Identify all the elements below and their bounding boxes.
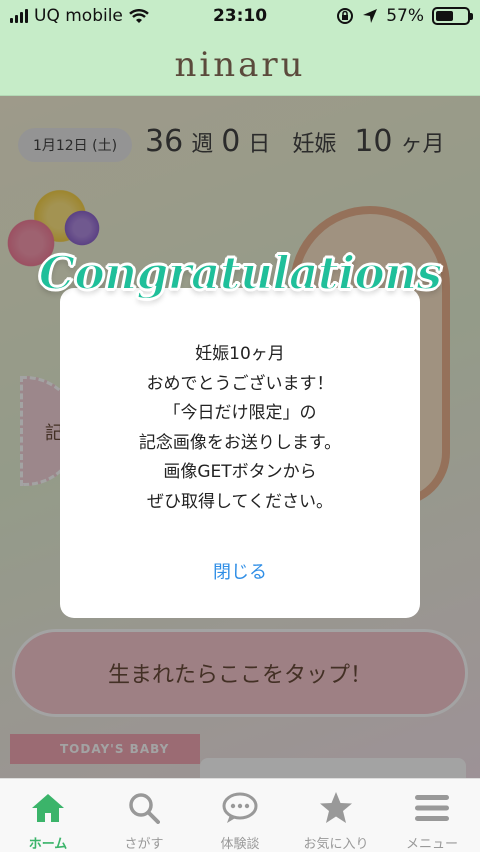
app-logo: ninaru: [174, 44, 306, 85]
dialog-message-line: ぜひ取得してください。: [147, 491, 333, 512]
dialog-message-line: 記念画像をお送りします。: [138, 432, 342, 453]
dialog-message: 妊娠10ヶ月 おめでとうございます！ 「今日だけ限定」の 記念画像をお送りします…: [60, 340, 420, 517]
congratulations-dialog: 妊娠10ヶ月 おめでとうございます！ 「今日だけ限定」の 記念画像をお送りします…: [60, 288, 420, 618]
dialog-message-line: 妊娠10ヶ月: [195, 344, 285, 364]
star-icon: [318, 791, 354, 825]
dialog-message-line: 「今日だけ限定」の: [163, 403, 317, 423]
location-arrow-icon: [363, 9, 378, 23]
tab-label: 体験談: [220, 837, 260, 852]
rotation-lock-icon: [337, 8, 354, 24]
search-icon: [126, 791, 162, 825]
tab-favorites[interactable]: お気に入り: [288, 779, 384, 852]
battery-fill: [436, 11, 454, 21]
app-header: ninaru: [0, 34, 480, 96]
close-button[interactable]: 閉じる: [60, 558, 420, 584]
tab-label: さがす: [124, 837, 164, 852]
tab-menu[interactable]: メニュー: [384, 779, 480, 852]
tab-label: ホーム: [28, 837, 68, 852]
battery-icon: [432, 7, 473, 25]
tab-search[interactable]: さがす: [96, 779, 192, 852]
tab-bar: ホーム さがす 体験談 お気に入り メニュー: [0, 778, 480, 852]
chat-bubble-icon: [222, 791, 258, 825]
tab-experiences[interactable]: 体験談: [192, 779, 288, 852]
dialog-message-line: おめでとうございます！: [146, 373, 334, 394]
status-right: 57%: [336, 6, 473, 26]
tab-label: お気に入り: [303, 837, 369, 852]
menu-icon: [414, 791, 450, 825]
battery-percent: 57%: [386, 6, 424, 26]
tab-label: メニュー: [405, 837, 458, 852]
congratulations-title: Congratulations: [38, 245, 444, 301]
dialog-message-line: 画像GETボタンから: [163, 462, 317, 482]
status-bar: UQ mobile 23:10 57%: [0, 0, 480, 34]
home-icon: [30, 791, 66, 825]
tab-home[interactable]: ホーム: [0, 779, 96, 852]
